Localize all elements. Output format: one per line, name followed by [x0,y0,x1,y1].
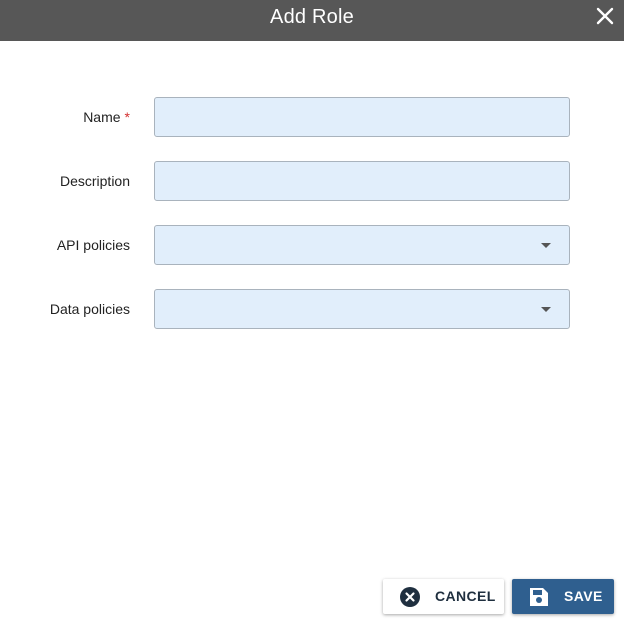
data-policies-select[interactable] [154,289,570,329]
api-policies-label: API policies [56,237,130,253]
api-policies-row: API policies [0,225,624,265]
data-policies-row: Data policies [0,289,624,329]
cancel-button-label: CANCEL [435,588,496,604]
cancel-button[interactable]: CANCEL [383,579,504,614]
close-icon[interactable] [594,5,616,27]
description-row: Description [0,161,624,201]
description-field-box [154,161,570,201]
api-policies-select[interactable] [154,225,570,265]
description-field[interactable] [155,162,569,200]
dialog-title: Add Role [270,6,354,28]
save-button-label: SAVE [564,588,603,604]
chevron-down-icon[interactable] [541,243,551,248]
data-policies-label: Data policies [49,301,130,317]
description-label: Description [59,173,130,189]
save-floppy-icon [529,587,549,607]
dialog-titlebar: Add Role [0,0,624,41]
chevron-down-icon[interactable] [541,307,551,312]
save-button[interactable]: SAVE [512,579,614,614]
name-field-box [154,97,570,137]
name-label: Name * [83,97,130,137]
name-field[interactable] [155,98,569,136]
name-label-text: Name [83,109,121,125]
name-row: Name * [0,97,624,137]
required-marker: * [124,109,130,125]
cancel-circle-icon [400,587,420,607]
